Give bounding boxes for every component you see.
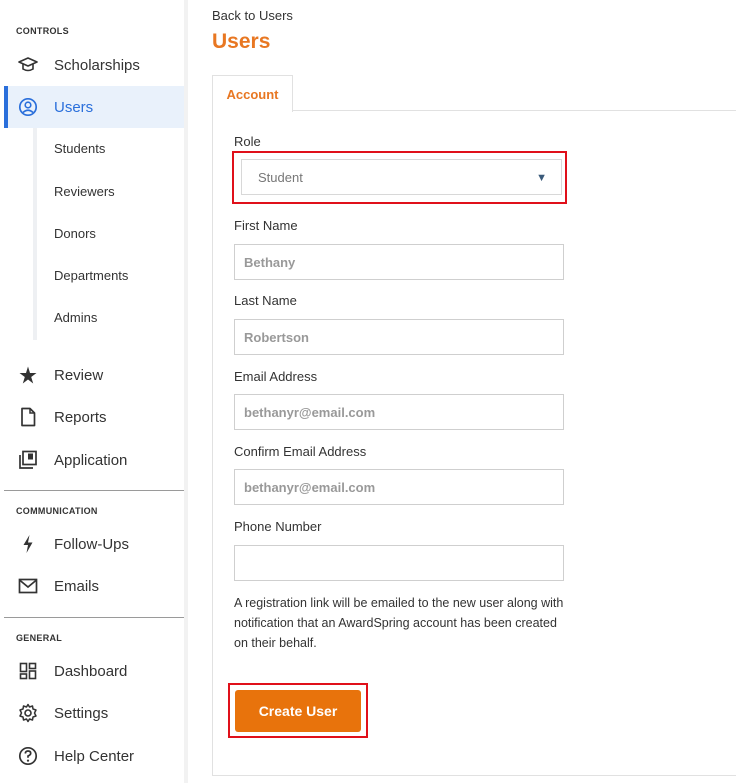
sidebar-item-reports[interactable]: Reports — [4, 396, 184, 438]
create-user-button[interactable]: Create User — [235, 690, 361, 732]
sidebar-item-settings[interactable]: Settings — [4, 692, 184, 734]
last-name-label: Last Name — [234, 293, 297, 308]
sidebar-item-label: Scholarships — [54, 56, 140, 74]
stacked-pages-icon — [18, 450, 38, 470]
main-content: Back to Users Users Account Role Student… — [196, 0, 736, 783]
sidebar-item-label: Application — [54, 451, 128, 469]
phone-field[interactable] — [234, 545, 564, 581]
sidebar-subitem-admins[interactable]: Admins — [54, 310, 97, 325]
sidebar-item-label: Reports — [54, 408, 107, 426]
first-name-label: First Name — [234, 218, 298, 233]
sidebar-divider — [4, 490, 184, 491]
sidebar-item-users[interactable]: Users — [4, 86, 184, 128]
email-label: Email Address — [234, 369, 318, 384]
email-field[interactable] — [234, 394, 564, 430]
graduation-cap-icon — [18, 55, 38, 75]
sidebar-item-label: Dashboard — [54, 662, 128, 680]
sidebar-subitem-students[interactable]: Students — [54, 141, 105, 156]
role-select-value: Student — [258, 169, 303, 185]
sidebar-item-review[interactable]: Review — [4, 354, 184, 396]
back-to-users-link[interactable]: Back to Users — [212, 8, 293, 23]
sidebar-item-dashboard[interactable]: Dashboard — [4, 650, 184, 692]
sidebar-item-label: Follow-Ups — [54, 535, 130, 553]
document-icon — [18, 407, 38, 427]
app: CONTROLS Scholarships Users Students Rev… — [0, 0, 736, 783]
sidebar-subitem-departments[interactable]: Departments — [54, 268, 128, 283]
sidebar: CONTROLS Scholarships Users Students Rev… — [0, 0, 188, 783]
role-select[interactable]: Student ▼ — [241, 159, 562, 195]
registration-help-text: A registration link will be emailed to t… — [234, 596, 564, 650]
sidebar-subitem-donors[interactable]: Donors — [54, 226, 96, 241]
confirm-email-label: Confirm Email Address — [234, 444, 367, 459]
gear-icon — [18, 703, 38, 723]
sidebar-item-help-center[interactable]: Help Center — [4, 735, 184, 777]
sidebar-item-scholarships[interactable]: Scholarships — [4, 44, 184, 86]
section-label-controls: CONTROLS — [16, 26, 69, 36]
sidebar-divider — [4, 617, 184, 618]
sidebar-item-emails[interactable]: Emails — [4, 565, 184, 607]
sidebar-item-follow-ups[interactable]: Follow-Ups — [4, 523, 184, 565]
sidebar-item-application[interactable]: Application — [4, 439, 184, 481]
star-icon — [18, 365, 38, 385]
sidebar-item-label: Settings — [54, 704, 109, 722]
last-name-field[interactable] — [234, 319, 564, 355]
sidebar-item-label: Review — [54, 366, 104, 384]
role-label: Role — [234, 134, 261, 149]
user-circle-icon — [18, 97, 38, 117]
sidebar-item-label: Emails — [54, 577, 100, 595]
envelope-icon — [18, 576, 38, 596]
first-name-field[interactable] — [234, 244, 564, 280]
dashboard-grid-icon — [18, 661, 38, 681]
sidebar-item-label: Help Center — [54, 747, 135, 765]
confirm-email-field[interactable] — [234, 469, 564, 505]
tab-account[interactable]: Account — [212, 75, 293, 112]
phone-label: Phone Number — [234, 519, 322, 534]
chevron-down-icon: ▼ — [536, 172, 547, 184]
page-title: Users — [212, 30, 271, 53]
question-circle-icon — [18, 746, 38, 766]
section-label-communication: COMMUNICATION — [16, 506, 98, 516]
section-label-general: GENERAL — [16, 633, 63, 643]
lightning-icon — [18, 534, 38, 554]
sidebar-subitem-reviewers[interactable]: Reviewers — [54, 184, 115, 199]
submenu-rail — [33, 128, 37, 340]
sidebar-item-label: Users — [54, 98, 94, 116]
